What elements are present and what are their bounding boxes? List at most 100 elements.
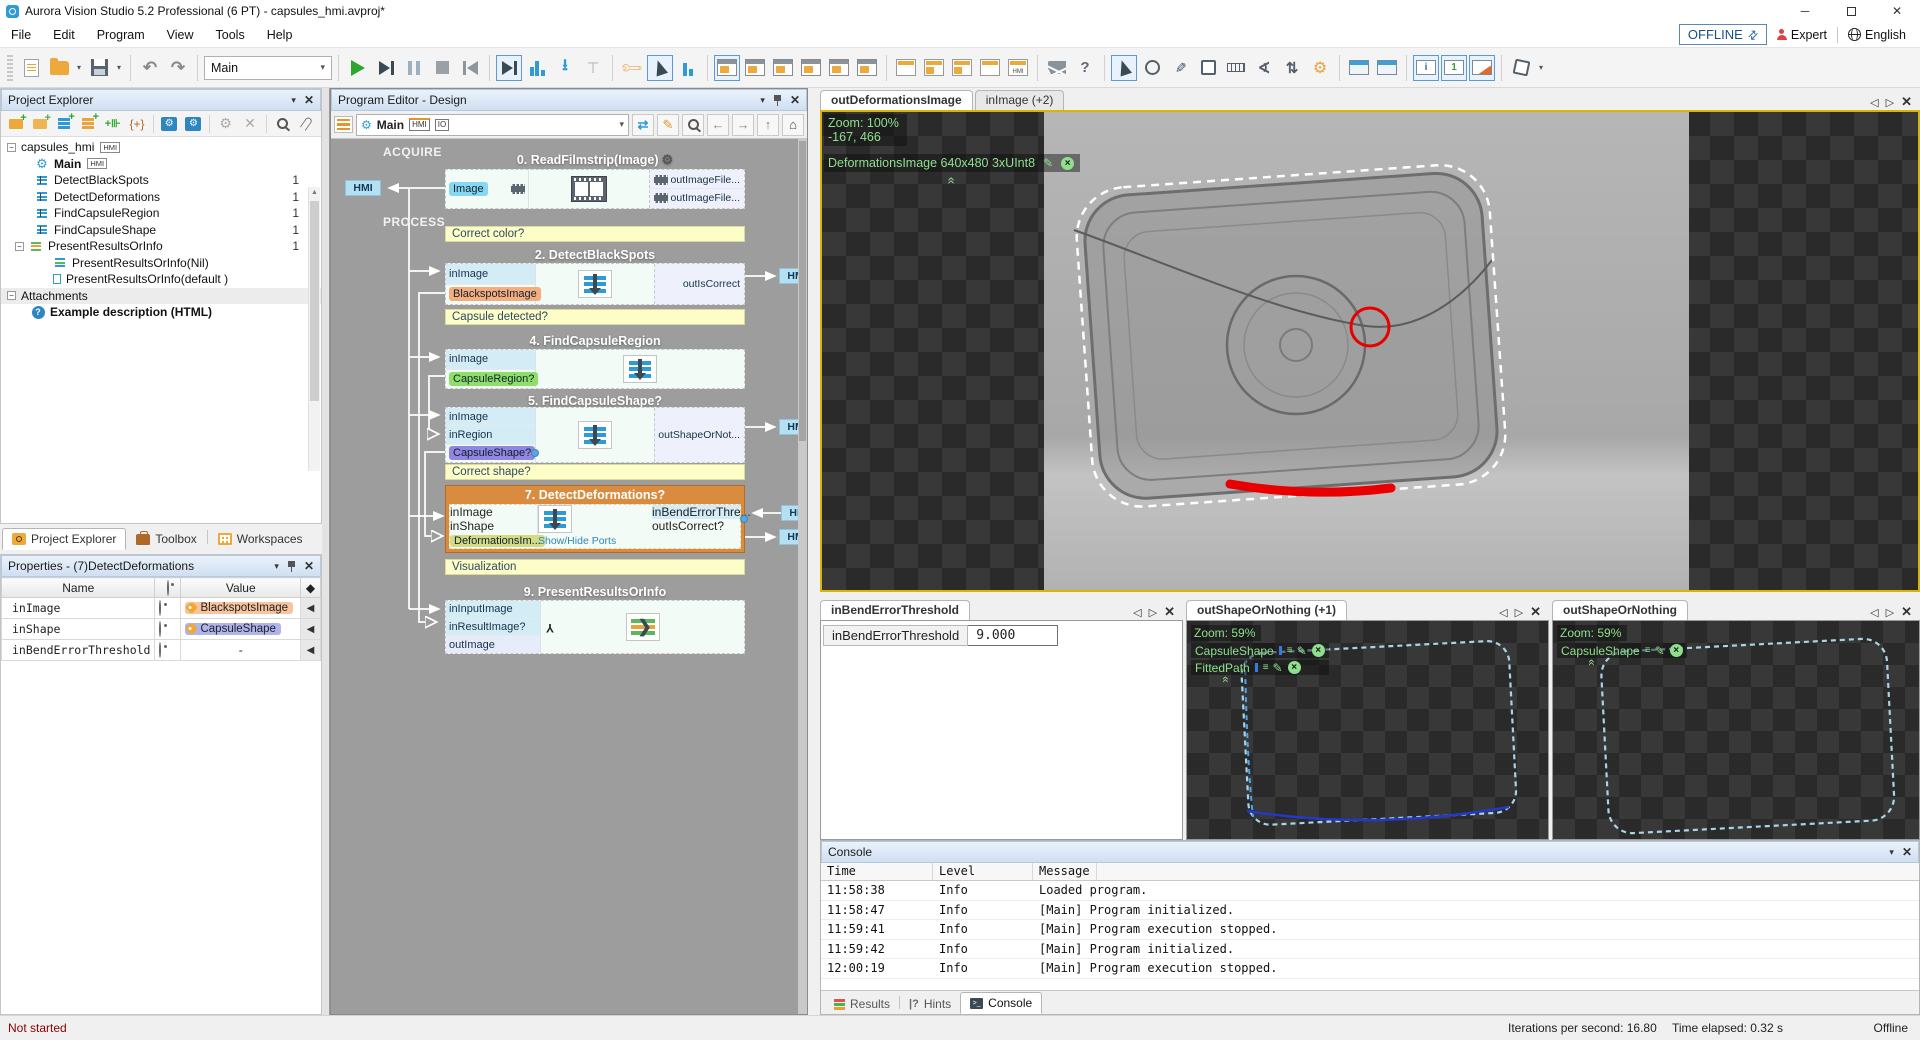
view-hmi-window-button[interactable] — [854, 55, 880, 81]
tab-inimage[interactable]: inImage (+2) — [975, 90, 1065, 110]
next-tab-icon[interactable]: ▷ — [1886, 606, 1894, 619]
comment-capsule-detected[interactable]: Capsule detected? — [445, 309, 745, 325]
tab-results[interactable]: Results — [825, 994, 899, 1014]
new-project-button[interactable] — [18, 55, 44, 81]
select-tool-button[interactable] — [1111, 55, 1137, 81]
navigate-up-button[interactable]: ↑ — [757, 114, 779, 136]
tree-item-findcapsuleshape[interactable]: FindCapsuleShape 1 — [1, 222, 321, 239]
menu-edit[interactable]: Edit — [42, 24, 86, 46]
settings-wrench-button[interactable]: 🔧︎ — [619, 55, 645, 81]
program-selector[interactable]: Main ▾ — [204, 56, 332, 80]
program-canvas[interactable]: ACQUIRE PROCESS HMI 0. ReadFilmstrip(Ima… — [331, 139, 807, 1014]
port-inshape[interactable]: inShape — [450, 519, 537, 533]
color-picker-button[interactable]: ✎ — [1167, 55, 1193, 81]
port-outshapeornot[interactable]: outShapeOrNot... — [655, 427, 744, 444]
navigate-forward-button[interactable]: → — [732, 114, 754, 136]
offline-button[interactable]: OFFLINE ⇄ — [1679, 24, 1767, 45]
port-inimage[interactable]: inImage — [446, 264, 535, 285]
menu-tools[interactable]: Tools — [205, 24, 256, 46]
pin-icon[interactable] — [773, 95, 782, 106]
port-inbenderrorthreshold[interactable]: inBendErrorThre... — [652, 505, 740, 519]
new-filter-button[interactable] — [54, 113, 75, 135]
comment-correct-color[interactable]: Correct color? — [445, 226, 745, 242]
show-info-overlay-button[interactable]: i — [1413, 55, 1439, 81]
close-layer-icon[interactable]: × — [1312, 644, 1325, 657]
view-histogram-window-button[interactable] — [742, 55, 768, 81]
tab-project-explorer[interactable]: Project Explorer — [2, 528, 126, 550]
draw-results-button[interactable] — [1469, 55, 1495, 81]
port-image[interactable]: Image — [449, 182, 488, 196]
editor-menu-button[interactable] — [334, 116, 353, 134]
tab-outshapeornothing-2[interactable]: outShapeOrNothing — [1552, 600, 1688, 620]
layout-grid-button[interactable] — [921, 55, 947, 81]
menu-view[interactable]: View — [156, 24, 205, 46]
tree-item-detectblackspots[interactable]: DetectBlackSpots 1 — [1, 172, 321, 189]
port-outimagefile[interactable]: outImageFile... — [671, 174, 740, 186]
menu-file[interactable]: File — [0, 24, 42, 46]
save-dropdown[interactable]: ▾ — [114, 63, 124, 72]
edit-layer-icon[interactable]: ✎ — [1273, 661, 1283, 675]
stop-button[interactable] — [429, 55, 455, 81]
close-layer-icon[interactable]: × — [1288, 661, 1301, 674]
block-readfilmstrip[interactable]: Image outImageFile... outImageFile... — [445, 169, 745, 209]
collapse-overlay-icon[interactable]: « — [1219, 676, 1233, 690]
profile-tool-button[interactable]: ⇅ — [1279, 55, 1305, 81]
layer-list-icon[interactable]: ≡ — [1287, 645, 1292, 656]
next-tab-icon[interactable]: ▷ — [1515, 606, 1523, 619]
tab-toolbox[interactable]: Toolbox — [126, 528, 206, 550]
port-inresultimage[interactable]: inResultImage?Y — [446, 619, 540, 637]
navigate-home-button[interactable]: ⌂ — [782, 114, 804, 136]
block-title[interactable]: 9. PresentResultsOrInfo — [445, 585, 745, 599]
block-findcapsuleshape[interactable]: inImage inRegion CapsuleShape? outShapeO… — [445, 407, 745, 463]
close-view-icon[interactable]: ✕ — [1164, 604, 1175, 620]
block-detectblackspots[interactable]: inImage BlackspotsImage outIsCorrect — [445, 263, 745, 305]
col-header-value[interactable]: Value — [181, 578, 301, 598]
connect-port-button[interactable]: ◀ — [301, 640, 321, 661]
layer-list-icon[interactable]: ≡ — [1263, 662, 1268, 673]
col-header-name[interactable]: Name — [2, 578, 155, 598]
value-input[interactable]: 9.000 — [968, 625, 1058, 646]
close-views-button[interactable] — [1044, 55, 1070, 81]
close-layer-icon[interactable]: × — [1670, 644, 1683, 657]
layout-columns-button[interactable] — [977, 55, 1003, 81]
col-level[interactable]: Level — [933, 863, 1033, 880]
panel-close-icon[interactable]: ✕ — [304, 93, 314, 107]
maximize-button[interactable] — [1828, 0, 1874, 22]
view-3d-window-button[interactable] — [826, 55, 852, 81]
edit-layer-icon[interactable]: ✎ — [1655, 644, 1665, 658]
pause-button[interactable] — [401, 55, 427, 81]
iterate-current-macrofilter-button[interactable] — [496, 55, 522, 81]
search-button[interactable] — [272, 113, 293, 135]
crop-dropdown[interactable]: ▾ — [1536, 63, 1546, 72]
tab-outshapeornothing-1[interactable]: outShapeOrNothing (+1) — [1186, 600, 1347, 620]
port-outimagefile[interactable]: outImageFile... — [671, 192, 740, 204]
tree-item-project-root[interactable]: − capsules_hmi HMI — [1, 139, 321, 156]
property-value[interactable]: BlackspotsImage — [181, 598, 301, 619]
toolbar-handle[interactable] — [7, 55, 13, 81]
comment-visualization[interactable]: Visualization — [445, 559, 745, 575]
col-header-connect[interactable]: ◆ — [301, 578, 321, 598]
block-title[interactable]: 0. ReadFilmstrip(Image)⚙ — [445, 152, 745, 168]
help-button[interactable]: ? — [1072, 55, 1098, 81]
vertical-splitter-left[interactable] — [322, 88, 330, 1015]
new-module-button[interactable]: ⚙ — [183, 113, 204, 135]
new-task-button[interactable] — [78, 113, 99, 135]
tree-item-attachments[interactable]: − Attachments — [1, 288, 321, 305]
add-macrofilter-button[interactable] — [5, 113, 26, 135]
tree-scrollbar[interactable]: ▲ — [308, 187, 320, 471]
port-inimage[interactable]: inImage — [450, 505, 537, 519]
iterate-button[interactable] — [373, 55, 399, 81]
panel-menu-icon[interactable]: ▾ — [291, 95, 296, 106]
edit-layer-icon[interactable]: ✎ — [1043, 156, 1053, 170]
profiler-button[interactable] — [675, 55, 701, 81]
open-dropdown[interactable]: ▾ — [74, 63, 84, 72]
close-button[interactable]: ✕ — [1874, 0, 1920, 22]
block-presentresultsorinfo[interactable]: inInputImage inResultImage?Y outImage — [445, 600, 745, 654]
image-preview[interactable]: Zoom: 100% -167, 466 DeformationsImage 6… — [820, 110, 1920, 592]
tab-console[interactable]: >_ Console — [960, 992, 1042, 1014]
next-tab-icon[interactable]: ▷ — [1149, 606, 1157, 619]
value-chip[interactable]: BlackspotsImage — [185, 602, 293, 614]
find-button[interactable] — [682, 114, 704, 136]
tree-item-findcapsuleregion[interactable]: FindCapsuleRegion 1 — [1, 205, 321, 222]
language-selector[interactable]: English — [1848, 28, 1906, 42]
